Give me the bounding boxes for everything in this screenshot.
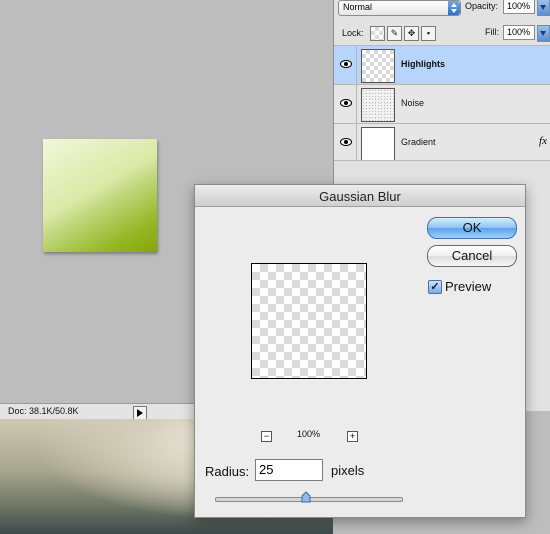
layer-name: Highlights	[401, 59, 445, 69]
opacity-label: Opacity:	[465, 1, 499, 11]
triangle-right-icon[interactable]	[133, 406, 147, 420]
radius-units: pixels	[331, 463, 365, 478]
move-icon[interactable]: ✥	[404, 26, 419, 41]
blend-mode-select[interactable]: Normal	[338, 0, 461, 16]
slider-thumb-icon	[301, 491, 311, 503]
preview-checkbox[interactable]: ✓	[428, 280, 442, 294]
eye-icon	[340, 60, 352, 68]
gradient-square-image	[43, 139, 157, 252]
eye-icon	[340, 99, 352, 107]
fill-value: 100%	[507, 27, 531, 37]
lock-label: Lock:	[342, 28, 364, 38]
radius-input[interactable]: 25	[255, 459, 323, 481]
eye-icon	[340, 138, 352, 146]
doc-size-text: Doc: 38.1K/50.8K	[8, 406, 79, 416]
dialog-title: Gaussian Blur	[319, 189, 401, 204]
layer-thumbnail	[361, 127, 395, 161]
layer-name: Gradient	[401, 137, 436, 147]
layer-thumbnail	[361, 88, 395, 122]
blend-mode-value: Normal	[343, 2, 373, 12]
layer-row-highlights[interactable]: Highlights	[334, 45, 550, 84]
radius-value: 25	[259, 462, 274, 477]
layer-row-gradient[interactable]: Gradient fx	[334, 123, 550, 162]
lock-transparency-icon[interactable]	[370, 26, 385, 41]
layer-thumbnail	[361, 49, 395, 83]
fx-icon[interactable]: fx	[539, 135, 547, 147]
preview-label: Preview	[445, 279, 492, 294]
dialog-titlebar[interactable]: Gaussian Blur	[195, 185, 525, 207]
plus-icon[interactable]: +	[347, 431, 358, 442]
opacity-value: 100%	[507, 1, 531, 11]
minus-icon[interactable]: −	[261, 431, 272, 442]
visibility-toggle[interactable]	[334, 124, 357, 162]
zoom-level: 100%	[297, 429, 321, 439]
radius-label: Radius:	[205, 464, 250, 479]
layer-name: Noise	[401, 98, 425, 108]
cancel-button[interactable]: Cancel	[427, 245, 517, 267]
fill-label: Fill:	[485, 27, 499, 37]
opacity-field[interactable]: 100%	[503, 0, 535, 14]
blend-mode-stepper-icon[interactable]	[448, 1, 460, 15]
ok-button[interactable]: OK	[427, 217, 517, 239]
lock-icon[interactable]: ▪	[421, 26, 436, 41]
fill-field[interactable]: 100%	[503, 25, 535, 40]
radius-slider-thumb[interactable]	[301, 491, 311, 503]
visibility-toggle[interactable]	[334, 85, 357, 123]
gaussian-blur-dialog: Gaussian Blur OK Cancel ✓ Preview − 100%…	[194, 184, 526, 518]
filter-preview[interactable]	[251, 263, 367, 379]
visibility-toggle[interactable]	[334, 46, 357, 84]
fill-arrow-icon[interactable]	[537, 25, 550, 42]
layer-row-noise[interactable]: Noise	[334, 84, 550, 123]
brush-icon[interactable]: ✎	[387, 26, 402, 41]
opacity-arrow-icon[interactable]	[537, 0, 550, 16]
